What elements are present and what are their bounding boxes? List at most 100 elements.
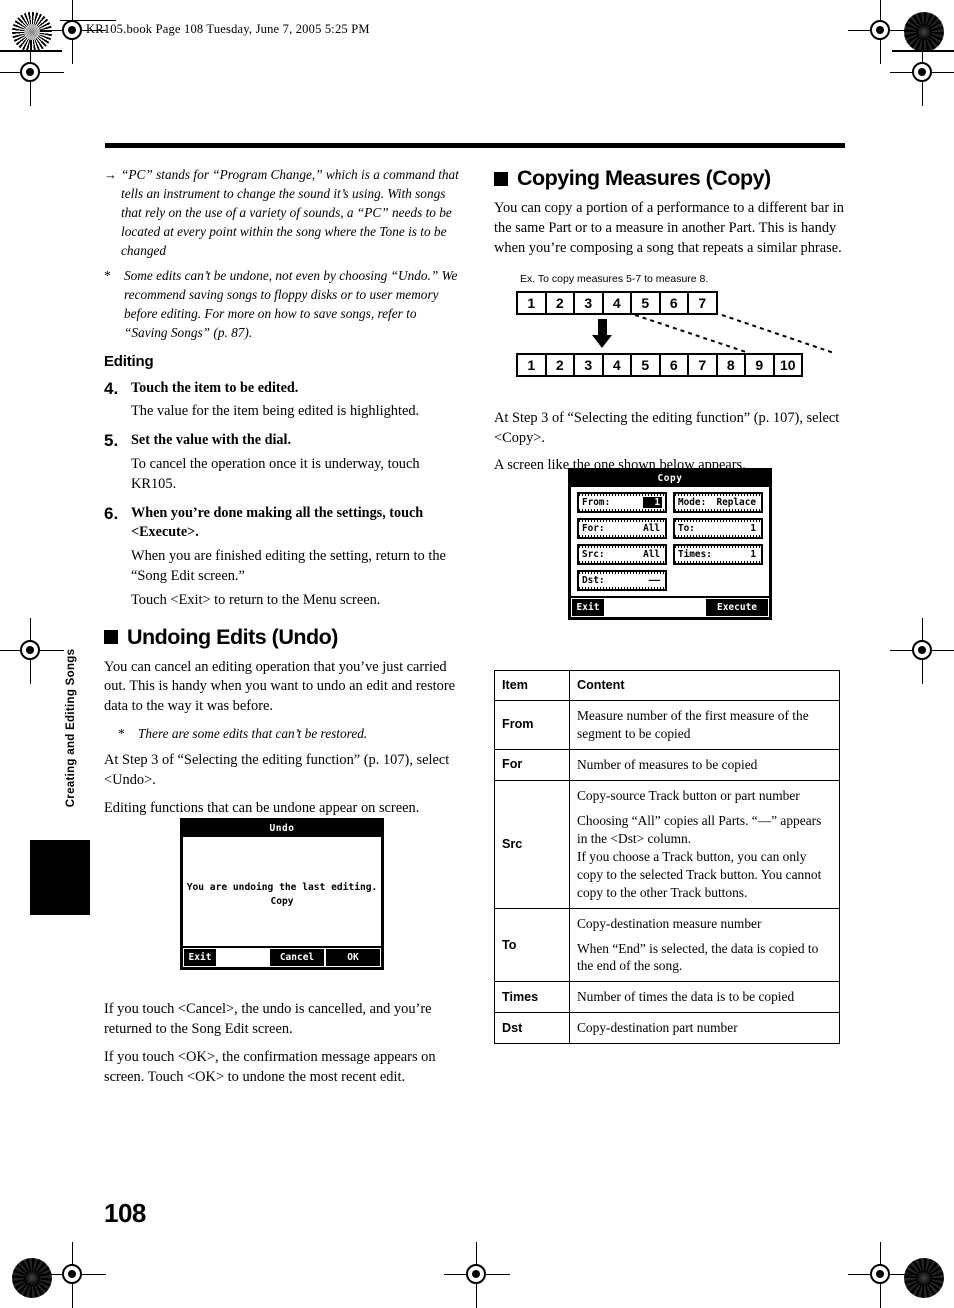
field-label: To: [678,523,695,534]
copy-field-times[interactable]: Times: 1 [673,544,763,565]
editing-subheading: Editing [104,352,154,370]
table-cell-content-to: Copy-destination measure number When “End… [569,907,840,983]
registration-star-mark-top-left [12,12,52,52]
table-cell-item-src: Src [494,779,570,909]
undo-appear-paragraph: Editing functions that can be undone app… [104,799,420,816]
field-label: From: [582,497,611,508]
undo-screen-message: You are undoing the last editing. Copy [183,881,381,909]
asterisk-icon-2: * [118,726,125,742]
copying-measures-heading: Copying Measures (Copy) [494,166,849,191]
crosshair-mark-bottom-left [40,1242,106,1308]
copy-parameter-table: Item Content From Measure number of the f… [494,670,840,1045]
field-value: —— [648,575,660,586]
table-header-row: Item Content [494,670,840,701]
undo-screen-message-line2: Copy [270,895,294,907]
measure-cell-top-6: 6 [658,290,689,315]
field-value: All [643,549,660,560]
undo-step3-paragraph: At Step 3 of “Selecting the editing func… [104,752,450,788]
copy-field-to[interactable]: To: 1 [673,518,763,539]
table-row: To Copy-destination measure number When “E… [494,907,840,983]
measure-cell-top-4: 4 [601,290,632,315]
side-tab: Creating and Editing Songs [58,640,84,830]
table-cell-content-dst: Copy-destination part number [569,1012,840,1045]
registration-star-mark-bottom-left [12,1258,52,1298]
field-value: All [643,523,660,534]
registration-star-mark-bottom-right [904,1258,944,1298]
table-cell-item-times: Times [494,981,570,1014]
table-content-paragraph: Copy-source Track button or part number [577,787,800,803]
table-row: For Number of measures to be copied [494,748,840,781]
undo-intro-paragraph: You can cancel an editing operation that… [104,658,456,715]
field-label: Times: [678,549,712,560]
undo-exit-button[interactable]: Exit [184,949,216,966]
table-row: Times Number of times the data is to be c… [494,981,840,1014]
copy-screen-field-grid: From: 1 For: All Src: All Dst: —— Mode: Replace T… [571,487,769,591]
table-cell-content-for: Number of measures to be copied [569,748,840,781]
trim-line-top-left [0,50,62,52]
measure-cell-top-5: 5 [630,290,661,315]
page-top-rule [105,143,845,148]
step-4: 4. Touch the item to be edited. [104,379,459,399]
copy-field-src[interactable]: Src: All [577,544,667,565]
note-program-change: → “PC” stands for “Program Change,” whic… [104,166,459,260]
table-content-paragraph: Copy-destination measure number [577,915,762,931]
measure-cell-top-2: 2 [544,290,575,315]
table-cell-content-times: Number of times the data is to be copied [569,981,840,1014]
field-label: Mode: [678,497,707,508]
copy-field-mode[interactable]: Mode: Replace [673,492,763,513]
table-header-content: Content [569,670,840,701]
field-label: Dst: [582,575,605,586]
table-row: From Measure number of the first measure … [494,700,840,750]
header-underline [60,20,116,21]
copy-screen-left-fields: From: 1 For: All Src: All Dst: —— [577,492,667,591]
measure-cell-bottom-6: 6 [658,352,689,377]
after-undo-paragraph-2: If you touch <OK>, the confirmation mess… [104,1048,436,1085]
undo-ok-button[interactable]: OK [326,949,380,966]
crosshair-mark-top-right [848,0,914,64]
undo-screen-button-bar: Exit Cancel OK [183,946,381,967]
left-column: → “PC” stands for “Program Change,” whic… [104,166,459,827]
table-body: From Measure number of the first measure … [494,700,840,1045]
measure-cell-top-1: 1 [516,290,547,315]
copy-exit-button[interactable]: Exit [572,599,604,616]
step-4-body: The value for the item being edited is h… [131,403,420,420]
measure-copy-diagram: 1234567 1 2 3 4 5 6 7 8 9 10 [516,290,849,391]
measure-cell-top-3: 3 [573,290,604,315]
note-undo-warning: * Some edits can’t be undone, not even b… [104,267,459,343]
copy-field-for[interactable]: For: All [577,518,667,539]
asterisk-icon: * [104,268,111,284]
copy-execute-button[interactable]: Execute [706,599,768,616]
after-undo-paragraph-1: If you touch <Cancel>, the undo is cance… [104,1001,432,1037]
table-row: Dst Copy-destination part number [494,1012,840,1045]
example-label: Ex. To copy measures 5-7 to measure 8. [520,272,709,285]
copy-screen-button-bar: Exit Execute [571,596,769,617]
registration-star-mark-top-right [904,12,944,52]
step-5-title: Set the value with the dial. [131,432,292,449]
field-value: 1 [750,523,756,534]
copy-parameter-table-wrapper: Item Content From Measure number of the f… [494,648,840,1045]
measure-cell-bottom-10: 10 [772,352,803,377]
copy-lcd-screen: Copy From: 1 For: All Src: All Dst: —— Mode: Rep… [568,468,772,620]
field-label: Src: [582,549,605,560]
table-content-paragraph: Number of times the data is to be copied [577,989,795,1005]
crosshair-mark-left-upper [0,40,64,106]
undo-screen-message-line1: You are undoing the last editing. [186,882,378,893]
copy-field-dst[interactable]: Dst: —— [577,570,667,591]
trim-line-top-right [892,50,954,52]
table-content-paragraph: When “End” is selected, the data is copi… [577,940,819,974]
step-4-number: 4. [104,378,119,398]
table-cell-item-for: For [494,748,570,781]
table-content-paragraph: Copy-destination part number [577,1020,738,1036]
copy-button-spacer [605,598,705,617]
step-5: 5. Set the value with the dial. [104,431,459,451]
table-row: Src Copy-source Track button or part numb… [494,779,840,909]
right-column: Copying Measures (Copy) You can copy a p… [494,166,849,484]
crosshair-mark-bottom-right [848,1242,914,1308]
crosshair-mark-bottom-center [444,1242,510,1308]
measure-cell-bottom-7: 7 [687,352,718,377]
copy-intro-paragraph: You can copy a portion of a performance … [494,200,844,256]
measure-cell-bottom-1: 1 [516,352,547,377]
undo-cancel-button[interactable]: Cancel [270,949,324,966]
copy-field-from[interactable]: From: 1 [577,492,667,513]
copy-screen-right-fields: Mode: Replace To: 1 Times: 1 [673,492,763,591]
